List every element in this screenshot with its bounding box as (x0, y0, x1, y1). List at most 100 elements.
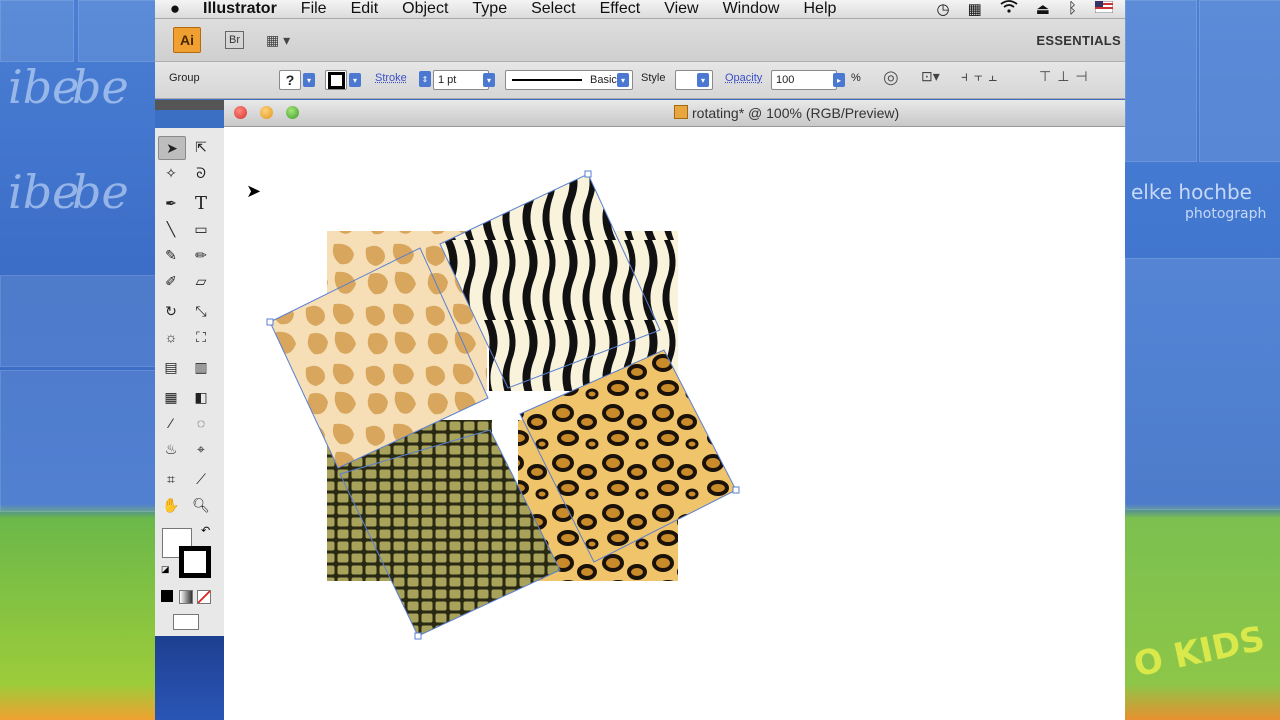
background-strip (155, 636, 224, 720)
stroke-color-box[interactable] (179, 546, 211, 578)
gradient-tool-icon[interactable]: ◧ (188, 386, 214, 408)
bg-brand-subtext: photograph (1185, 206, 1267, 222)
flag-icon[interactable] (1094, 0, 1114, 18)
screen-mode-icon[interactable] (173, 614, 199, 630)
default-colors-icon[interactable]: ◪ (161, 564, 170, 575)
magic-wand-tool-icon[interactable]: ✧ (158, 162, 184, 184)
symbol-sprayer-tool-icon[interactable]: ▤ (158, 356, 184, 378)
bg-brand-text: elke hochbe (1131, 180, 1252, 204)
lasso-tool-icon[interactable]: ᘐ (188, 162, 214, 184)
paintbrush-tool-icon[interactable]: ✎ (158, 244, 184, 266)
background-collage-right: elke hochbe photograph O KIDS (1125, 0, 1280, 720)
menu-file[interactable]: File (289, 0, 339, 18)
bg-photo-tile (1199, 0, 1280, 162)
bluetooth-icon[interactable]: ᛒ (1068, 0, 1077, 18)
selection-tool-icon[interactable]: ➤ (158, 136, 186, 160)
menu-object[interactable]: Object (390, 0, 460, 18)
stroke-label[interactable]: Stroke (375, 72, 407, 84)
warp-tool-icon[interactable]: ☼ (158, 326, 184, 348)
artboard-canvas[interactable]: ➤ (224, 127, 1125, 720)
align-to-icon[interactable]: ⊡▾ (921, 68, 940, 85)
eyedropper-tool-icon[interactable]: ⁄ (158, 412, 184, 434)
bg-photo-tile (0, 370, 155, 512)
workspace-switcher[interactable]: ESSENTIALS (1036, 33, 1121, 48)
artboard-tool-icon[interactable]: ⌗ (158, 468, 184, 490)
minimize-window-button[interactable] (260, 106, 273, 119)
menu-select[interactable]: Select (519, 0, 587, 18)
percent-label: % (851, 72, 861, 84)
bridge-button[interactable]: Br (225, 31, 244, 49)
live-paint-selection-tool-icon[interactable]: ⌖ (188, 438, 214, 460)
brush-label: Basic (590, 74, 617, 86)
bg-photo-tile (0, 275, 155, 367)
distribute-buttons-icon[interactable]: ⊤⊥⊣ (1039, 68, 1094, 85)
close-window-button[interactable] (234, 106, 247, 119)
blob-brush-tool-icon[interactable]: ✐ (158, 270, 184, 292)
fill-dropdown-icon[interactable]: ▾ (303, 73, 315, 87)
style-label: Style (641, 72, 666, 84)
apple-icon[interactable]: ● (155, 0, 195, 19)
hand-tool-icon[interactable]: ✋ (158, 494, 184, 516)
zoom-window-button[interactable] (286, 106, 299, 119)
none-mode-icon[interactable] (197, 590, 211, 604)
opacity-label[interactable]: Opacity (725, 72, 762, 84)
stroke-weight-dropdown-icon[interactable]: ▾ (483, 73, 495, 87)
fill-swatch[interactable]: ? (279, 70, 301, 90)
mesh-tool-icon[interactable]: ▦ (158, 386, 184, 408)
bg-photo-tile (1125, 0, 1197, 162)
swap-fill-stroke-icon[interactable]: ↶ (201, 524, 210, 537)
brush-stroke-preview (512, 79, 582, 81)
scale-tool-icon[interactable]: ⤡ (188, 300, 214, 322)
pen-tool-icon[interactable]: ✒ (158, 192, 184, 214)
bg-be-logo: ibe (8, 60, 80, 114)
menu-edit[interactable]: Edit (339, 0, 391, 18)
control-panel: Group ? ▾ ▾ Stroke ⇕ 1 pt ▾ Basic ▾ Styl… (155, 62, 1125, 99)
eraser-tool-icon[interactable]: ▱ (188, 270, 214, 292)
opacity-slider-icon[interactable]: ▸ (833, 73, 845, 87)
illustrator-logo: Ai (173, 27, 201, 53)
tools-panel-grip[interactable] (155, 100, 224, 110)
menu-app-name[interactable]: Illustrator (195, 0, 289, 18)
line-tool-icon[interactable]: ╲ (158, 218, 184, 240)
direct-selection-tool-icon[interactable]: ⇱ (188, 136, 214, 158)
rectangle-tool-icon[interactable]: ▭ (188, 218, 214, 240)
eject-icon[interactable]: ⏏ (1036, 0, 1050, 18)
column-graph-tool-icon[interactable]: ▥ (188, 356, 214, 378)
arrange-documents-icon[interactable]: ▦ ▾ (266, 32, 290, 49)
color-mode-icon[interactable] (161, 590, 173, 602)
free-transform-tool-icon[interactable]: ⛶ (188, 326, 214, 348)
slice-tool-icon[interactable]: ⟋ (188, 468, 214, 490)
bg-kids-text: O KIDS (1130, 618, 1269, 686)
recolor-artwork-icon[interactable]: ◎ (883, 67, 899, 88)
stroke-dropdown-icon[interactable]: ▾ (349, 73, 361, 87)
document-icon (674, 105, 688, 119)
tools-panel: ➤ ⇱ ✧ ᘐ ✒ T ╲ ▭ ✎ ✏ ✐ ▱ ↻ ⤡ ☼ ⛶ ▤ ▥ ▦ ◧ … (155, 128, 225, 636)
wifi-icon[interactable] (1000, 0, 1018, 18)
menu-effect[interactable]: Effect (588, 0, 653, 18)
menu-window[interactable]: Window (711, 0, 792, 18)
rotate-tool-icon[interactable]: ↻ (158, 300, 184, 322)
gradient-mode-icon[interactable] (179, 590, 193, 604)
stroke-weight-input[interactable]: 1 pt (433, 70, 489, 90)
align-buttons-icon[interactable]: ⫞⫟⫠ (961, 68, 1003, 85)
tiles-icon[interactable]: ▦ (968, 0, 982, 18)
brush-dropdown-icon[interactable]: ▾ (617, 73, 629, 87)
blend-tool-icon[interactable]: ◌ (188, 412, 214, 434)
bg-photo-tile (78, 0, 155, 62)
document-title: rotating* @ 100% (RGB/Preview) (674, 105, 899, 121)
bg-be-logo: ibe (8, 165, 80, 219)
opacity-input[interactable]: 100 (771, 70, 837, 90)
type-tool-icon[interactable]: T (188, 192, 214, 214)
live-paint-bucket-tool-icon[interactable]: ♨ (158, 438, 184, 460)
menu-type[interactable]: Type (460, 0, 519, 18)
mac-menubar: ● Illustrator File Edit Object Type Sele… (155, 0, 1125, 19)
stroke-swatch[interactable] (325, 70, 347, 90)
time-machine-icon[interactable]: ◷ (937, 0, 950, 18)
brush-definition-select[interactable]: Basic (505, 70, 633, 90)
style-dropdown-icon[interactable]: ▾ (697, 73, 709, 87)
pencil-tool-icon[interactable]: ✏ (188, 244, 214, 266)
stroke-weight-stepper[interactable]: ⇕ (419, 71, 431, 87)
zoom-tool-icon[interactable]: 🔍︎ (188, 494, 214, 516)
menu-view[interactable]: View (652, 0, 710, 18)
menu-help[interactable]: Help (791, 0, 848, 18)
